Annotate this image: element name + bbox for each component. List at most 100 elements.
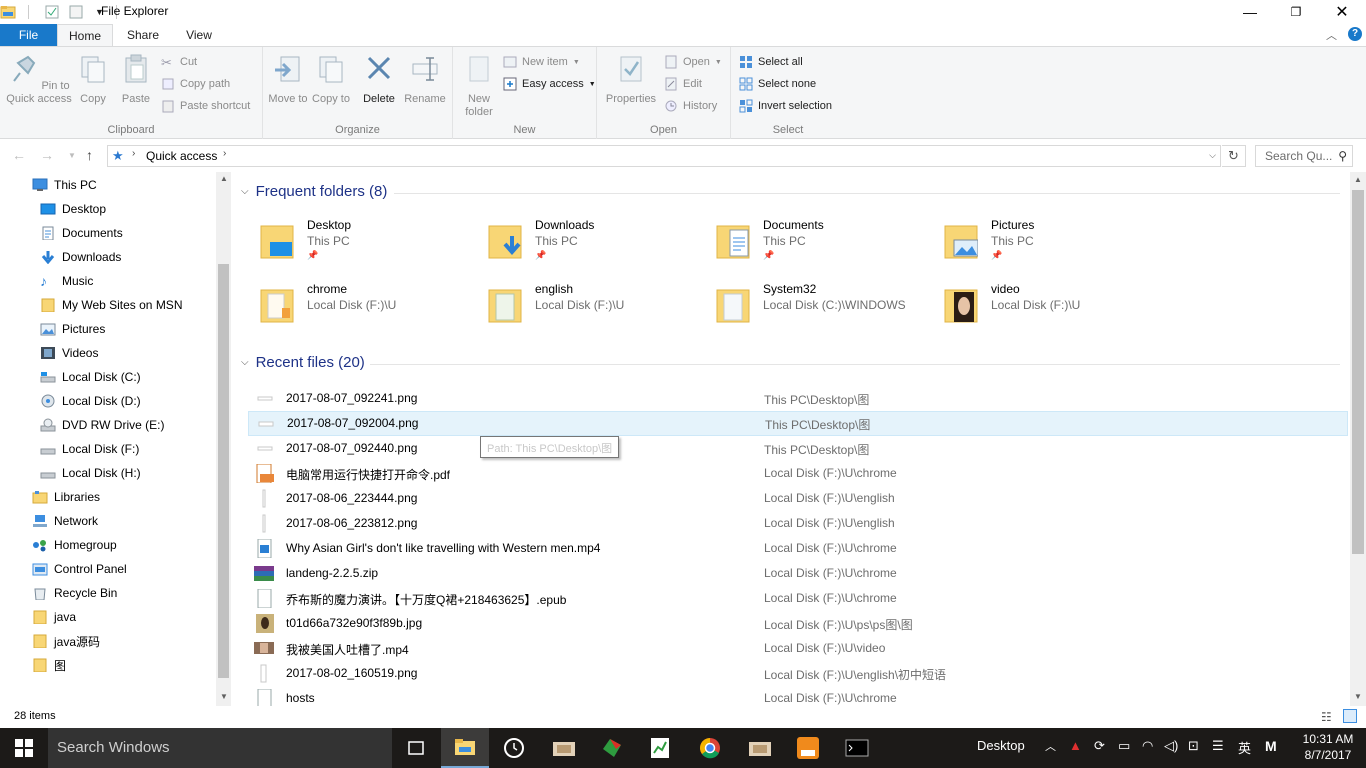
action-center-icon[interactable]: ☰	[1212, 738, 1224, 754]
scroll-down-icon[interactable]: ▼	[220, 692, 228, 701]
recent-file-row[interactable]: landeng-2.2.5.zip Local Disk (F:)\U\chro…	[248, 561, 1348, 586]
cut-button[interactable]: ✂ Cut	[161, 52, 197, 72]
collapse-ribbon-icon[interactable]: ︿	[1326, 27, 1337, 43]
nav-item-videos[interactable]: Videos	[40, 341, 98, 365]
maximize-button[interactable]: ❐	[1273, 0, 1319, 24]
address-dropdown-icon[interactable]: ⌵	[1209, 150, 1216, 161]
help-icon[interactable]: ?	[1348, 27, 1362, 41]
recent-files-header[interactable]: ⌵ Recent files (20)	[241, 354, 365, 371]
nav-item-pictures[interactable]: Pictures	[40, 317, 105, 341]
forward-arrow-icon[interactable]: →	[40, 147, 54, 163]
search-input[interactable]: Search Qu... ⚲	[1255, 145, 1353, 167]
folder-tile-downloads[interactable]: Downloads This PC 📌	[478, 216, 698, 274]
nav-item-java-source[interactable]: java源码	[32, 629, 100, 653]
easy-access-button[interactable]: Easy access ▼	[503, 74, 596, 94]
properties-button[interactable]: Properties	[603, 53, 659, 106]
nav-pane-scrollbar[interactable]: ▲ ▼	[216, 172, 231, 706]
nav-item-downloads[interactable]: Downloads	[40, 245, 121, 269]
recent-file-row[interactable]: Why Asian Girl's don't like travelling w…	[248, 536, 1348, 561]
tray-monitor-icon[interactable]: ▭	[1118, 738, 1130, 754]
copy-path-button[interactable]: Copy path	[161, 74, 230, 94]
nav-item-homegroup[interactable]: Homegroup	[32, 533, 117, 557]
folder-tile-video[interactable]: video Local Disk (F:)\U	[934, 280, 1154, 338]
up-arrow-icon[interactable]: ↑	[86, 147, 93, 163]
taskbar-reader-app[interactable]	[540, 728, 588, 768]
scroll-down-icon[interactable]: ▼	[1354, 692, 1362, 701]
taskbar-chart-app[interactable]	[636, 728, 684, 768]
close-button[interactable]: ✕	[1319, 0, 1365, 24]
copy-button[interactable]: Copy	[74, 53, 112, 106]
new-item-button[interactable]: New item ▼	[503, 52, 580, 72]
frequent-folders-header[interactable]: ⌵ Frequent folders (8)	[241, 183, 387, 200]
refresh-button[interactable]: ↻	[1222, 145, 1246, 167]
history-button[interactable]: History	[664, 96, 717, 116]
nav-scroll-thumb[interactable]	[218, 264, 229, 678]
select-none-button[interactable]: Select none	[739, 74, 816, 94]
taskbar-clock-app[interactable]	[490, 728, 538, 768]
nav-item-local-disk-c[interactable]: Local Disk (C:)	[40, 365, 141, 389]
nav-item-this-pc[interactable]: This PC	[32, 173, 97, 197]
properties-qat-icon[interactable]	[45, 5, 59, 19]
paste-button[interactable]: Paste	[114, 53, 158, 106]
volume-icon[interactable]: ◁)	[1164, 738, 1178, 754]
open-button[interactable]: Open ▼	[664, 52, 722, 72]
minimize-button[interactable]: —	[1227, 0, 1273, 24]
move-to-button[interactable]: Move to	[268, 53, 308, 106]
content-scroll-thumb[interactable]	[1352, 190, 1364, 554]
nav-item-dvd-drive-e[interactable]: DVD RW Drive (E:)	[40, 413, 164, 437]
nav-item-desktop[interactable]: Desktop	[40, 197, 106, 221]
folder-tile-pictures[interactable]: Pictures This PC 📌	[934, 216, 1154, 274]
nav-item-tu[interactable]: 图	[32, 653, 66, 677]
folder-tile-desktop[interactable]: Desktop This PC 📌	[250, 216, 470, 274]
scroll-up-icon[interactable]: ▲	[220, 174, 228, 183]
recent-file-row[interactable]: 2017-08-02_160519.png Local Disk (F:)\U\…	[248, 661, 1348, 686]
folder-tile-chrome[interactable]: chrome Local Disk (F:)\U	[250, 280, 470, 338]
pin-quick-access-button[interactable]: Pin to Quick access	[6, 53, 72, 106]
tab-view[interactable]: View	[174, 24, 224, 46]
ime-indicator[interactable]: 英	[1238, 738, 1251, 757]
taskbar-search-input[interactable]: Search Windows	[48, 728, 392, 768]
tab-home[interactable]: Home	[57, 24, 113, 46]
nav-item-java[interactable]: java	[32, 605, 76, 629]
recent-file-row[interactable]: 2017-08-06_223444.png Local Disk (F:)\U\…	[248, 486, 1348, 511]
breadcrumb-chevron-icon[interactable]: ›	[132, 148, 135, 159]
tray-app-icon[interactable]: ▲	[1069, 738, 1082, 753]
select-all-button[interactable]: Select all	[739, 52, 803, 72]
taskbar-cmd[interactable]	[833, 728, 881, 768]
details-view-icon[interactable]: ☷	[1321, 710, 1332, 724]
taskbar-market-app[interactable]	[784, 728, 832, 768]
rename-button[interactable]: Rename	[402, 53, 448, 106]
back-arrow-icon[interactable]: ←	[12, 147, 26, 163]
copy-to-button[interactable]: Copy to	[311, 53, 351, 106]
address-path[interactable]: Quick access	[146, 149, 217, 163]
new-folder-qat-icon[interactable]	[69, 5, 83, 19]
folder-tile-system32[interactable]: System32 Local Disk (C:)\WINDOWS	[706, 280, 926, 338]
taskbar-reader-app-2[interactable]	[736, 728, 784, 768]
tab-file[interactable]: File	[0, 24, 57, 46]
recent-file-row[interactable]: 2017-08-07_092241.png This PC\Desktop\图	[248, 386, 1348, 411]
taskbar-file-explorer[interactable]	[441, 728, 489, 768]
nav-item-local-disk-f[interactable]: Local Disk (F:)	[40, 437, 139, 461]
address-bar[interactable]: ★ › Quick access › ⌵	[107, 145, 1221, 167]
breadcrumb-chevron-icon[interactable]: ›	[223, 148, 226, 159]
tab-share[interactable]: Share	[117, 24, 169, 46]
nav-item-local-disk-h[interactable]: Local Disk (H:)	[40, 461, 141, 485]
task-view-button[interactable]	[392, 728, 440, 768]
system-clock[interactable]: 10:31 AM 8/7/2017	[1298, 731, 1358, 763]
delete-button[interactable]: Delete	[358, 53, 400, 106]
tray-sync-icon[interactable]: ⟳	[1094, 738, 1105, 754]
recent-file-row[interactable]: t01d66a732e90f3f89b.jpg Local Disk (F:)\…	[248, 611, 1348, 636]
folder-tile-documents[interactable]: Documents This PC 📌	[706, 216, 926, 274]
tray-overflow-icon[interactable]: ︿	[1045, 738, 1056, 754]
nav-item-local-disk-d[interactable]: Local Disk (D:)	[40, 389, 141, 413]
invert-selection-button[interactable]: Invert selection	[739, 96, 832, 116]
input-mode-icon[interactable]: ⊡	[1188, 738, 1199, 754]
nav-item-control-panel[interactable]: Control Panel	[32, 557, 127, 581]
nav-item-libraries[interactable]: Libraries	[32, 485, 100, 509]
nav-item-music[interactable]: ♪ Music	[40, 269, 93, 293]
nav-item-documents[interactable]: Documents	[40, 221, 123, 245]
desktop-toolbar-label[interactable]: Desktop	[977, 738, 1025, 753]
nav-item-recycle-bin[interactable]: Recycle Bin	[32, 581, 117, 605]
mail-app-icon[interactable]: M	[1265, 738, 1277, 754]
scroll-up-icon[interactable]: ▲	[1354, 175, 1362, 184]
